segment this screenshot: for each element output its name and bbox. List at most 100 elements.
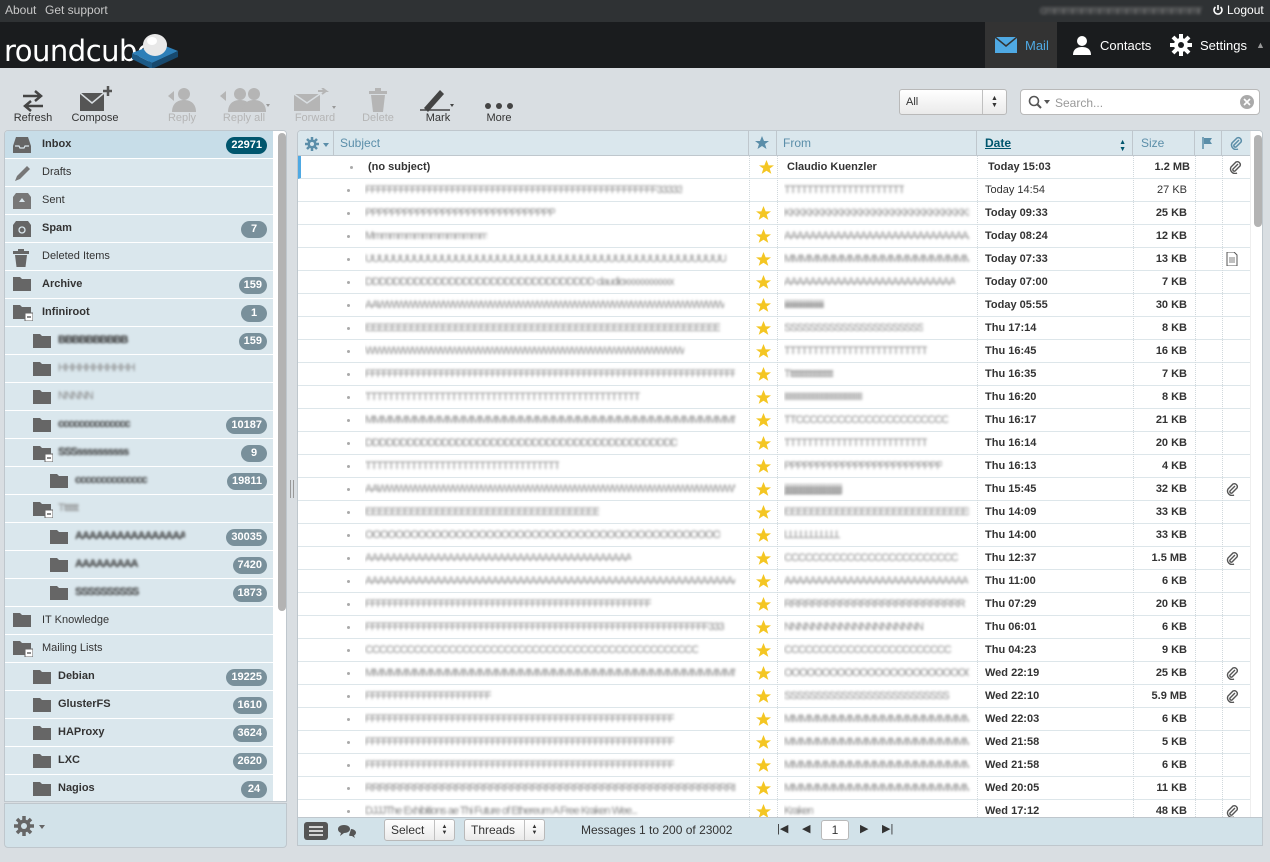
- message-scrollbar-thumb[interactable]: [1254, 135, 1262, 227]
- message-row[interactable]: FFFFFFFFFFFFFFFFFFFFFFFFFFFFFFFFFFFFFFFF…: [298, 593, 1250, 616]
- status-dot-icon[interactable]: [347, 281, 350, 284]
- message-list-scrollbar[interactable]: [1250, 131, 1262, 817]
- star-icon[interactable]: [753, 225, 773, 248]
- folder-item[interactable]: HAProxy 3624: [5, 719, 273, 747]
- status-dot-icon[interactable]: [347, 327, 350, 330]
- column-flag-star[interactable]: [749, 131, 777, 156]
- message-row[interactable]: AAWWWWWWWWWWWWWWWWWWWWWWWWWWWWWWWWWWWWWW…: [298, 478, 1250, 501]
- column-attachment[interactable]: [1222, 131, 1250, 156]
- filter-select[interactable]: All ▲ ▼: [899, 89, 1007, 115]
- mark-button[interactable]: Mark: [418, 82, 458, 124]
- message-row[interactable]: CCCCCCCCCCCCCCCCCCCCCCCCCCCCCCCCCCCCCCCC…: [298, 639, 1250, 662]
- star-icon[interactable]: [753, 363, 773, 386]
- list-view-icon[interactable]: [304, 822, 328, 840]
- folder-item[interactable]: cccccccccccccc 19811: [5, 467, 273, 495]
- message-row[interactable]: WWWWWWWWWWWWWWWWWWWWWWWWWWWWWWWWWW TTTTTT…: [298, 340, 1250, 363]
- message-row[interactable]: FFFFFFFFFFFFFFFFFFFFFFFFFFFFFFFFFFFFFFFF…: [298, 754, 1250, 777]
- tab-contacts[interactable]: Contacts: [1068, 22, 1151, 68]
- folder-item[interactable]: Sent: [5, 187, 273, 215]
- star-icon[interactable]: [753, 685, 773, 708]
- folder-item[interactable]: Nagios 24: [5, 775, 273, 801]
- refresh-button[interactable]: Refresh: [12, 82, 54, 124]
- status-dot-icon[interactable]: [347, 465, 350, 468]
- message-row[interactable]: DDDDDDDDDDDDDDDDDDDDDDDDDDDDDDDDD claudi…: [298, 271, 1250, 294]
- message-row[interactable]: AAAAAAAAAAAAAAAAAAAAAAAAAAAAAAAAAAAAAAAA…: [298, 547, 1250, 570]
- star-icon[interactable]: [753, 455, 773, 478]
- folder-item[interactable]: Mailing Lists: [5, 635, 273, 663]
- logout-button[interactable]: Logout: [1212, 3, 1264, 17]
- star-icon[interactable]: [753, 662, 773, 685]
- threads-view-icon[interactable]: [338, 824, 356, 838]
- more-button[interactable]: More: [480, 82, 518, 124]
- status-dot-icon[interactable]: [347, 718, 350, 721]
- star-icon[interactable]: [753, 593, 773, 616]
- support-link[interactable]: Get support: [45, 3, 108, 17]
- folder-item[interactable]: Drafts: [5, 159, 273, 187]
- message-row[interactable]: FFFFFFFFFFFFFFFFFFFFFFFFFFFFFFFFFFFFFFFF…: [298, 731, 1250, 754]
- last-page-icon[interactable]: ▶|: [882, 822, 893, 835]
- status-dot-icon[interactable]: [347, 580, 350, 583]
- message-row[interactable]: MMMMMMMMMMMMMMMMMMMMMMMMMMMMMMMMMMMMMMMM…: [298, 662, 1250, 685]
- star-icon[interactable]: [753, 639, 773, 662]
- tab-settings[interactable]: Settings: [1170, 22, 1247, 68]
- star-icon[interactable]: [753, 179, 773, 202]
- message-row[interactable]: Mmmmmmmmmmmmmmm AAAAAAAAAAAAAAAAAAAAAAAAA…: [298, 225, 1250, 248]
- status-dot-icon[interactable]: [347, 258, 350, 261]
- folder-item[interactable]: HHHHHHHHHHH: [5, 355, 273, 383]
- threads-dropdown[interactable]: Threads ▲ ▼: [464, 819, 545, 841]
- status-dot-icon[interactable]: [347, 557, 350, 560]
- folder-item[interactable]: BBBBBBBBBB 159: [5, 327, 273, 355]
- forward-button[interactable]: Forward: [292, 82, 338, 124]
- message-row[interactable]: EEEEEEEEEEEEEEEEEEEEEEEEEEEEEEEEEEEEE EEE…: [298, 501, 1250, 524]
- status-dot-icon[interactable]: [347, 764, 350, 767]
- message-row[interactable]: FFFFFFFFFFFFFFFFFFFFFF SSSSSSSSSSSSSSSSSS…: [298, 685, 1250, 708]
- status-dot-icon[interactable]: [347, 396, 350, 399]
- folder-item[interactable]: Deleted Items: [5, 243, 273, 271]
- status-dot-icon[interactable]: [347, 603, 350, 606]
- status-dot-icon[interactable]: [347, 304, 350, 307]
- select-dropdown[interactable]: Select ▲ ▼: [384, 819, 455, 841]
- column-date[interactable]: Date ▲ ▼: [977, 131, 1133, 156]
- column-size[interactable]: Size: [1133, 131, 1195, 156]
- folder-item[interactable]: AAAAAAAAA 7420: [5, 551, 273, 579]
- reply-all-button[interactable]: Reply all: [213, 82, 275, 124]
- folder-item[interactable]: LXC 2620: [5, 747, 273, 775]
- folder-settings-gear-icon[interactable]: [13, 815, 45, 837]
- message-row[interactable]: DDDDDDDDDDDDDDDDDDDDDDDDDDDDDDDDDDDDDDDD…: [298, 432, 1250, 455]
- star-icon[interactable]: [753, 501, 773, 524]
- about-link[interactable]: About: [5, 3, 36, 17]
- star-icon[interactable]: [753, 547, 773, 570]
- status-dot-icon[interactable]: [347, 419, 350, 422]
- status-dot-icon[interactable]: [347, 787, 350, 790]
- status-dot-icon[interactable]: [347, 672, 350, 675]
- status-dot-icon[interactable]: [347, 695, 350, 698]
- status-dot-icon[interactable]: [347, 212, 350, 215]
- folder-item[interactable]: SSSSSSSSSS 1873: [5, 579, 273, 607]
- header-scroll-up-icon[interactable]: ▲: [1256, 40, 1265, 50]
- prev-page-icon[interactable]: ◀: [802, 822, 810, 835]
- star-icon[interactable]: [753, 248, 773, 271]
- message-row[interactable]: TTTTTTTTTTTTTTTTTTTTTTTTTTTTTTTTTT PPPPPP…: [298, 455, 1250, 478]
- status-dot-icon[interactable]: [347, 741, 350, 744]
- message-row[interactable]: PPPPPPPPPPPPPPPPPPPPPPPPPPPPPP KKKKKKKKKK…: [298, 202, 1250, 225]
- folder-item[interactable]: SSSssssssssss 9: [5, 439, 273, 467]
- status-dot-icon[interactable]: [347, 511, 350, 514]
- star-icon[interactable]: [753, 478, 773, 501]
- column-flag[interactable]: [1195, 131, 1222, 156]
- next-page-icon[interactable]: ▶: [860, 822, 868, 835]
- message-row[interactable]: AAWWWWWWWWWWWWWWWWWWWWWWWWWWWWWWWWWWWWW i…: [298, 294, 1250, 317]
- status-dot-icon[interactable]: [347, 442, 350, 445]
- status-dot-icon[interactable]: [347, 235, 350, 238]
- star-icon[interactable]: [753, 731, 773, 754]
- status-dot-icon[interactable]: [347, 810, 350, 813]
- status-dot-icon[interactable]: [347, 373, 350, 376]
- folder-scrollbar-thumb[interactable]: [278, 133, 286, 611]
- star-icon[interactable]: [753, 777, 773, 800]
- star-icon[interactable]: [753, 386, 773, 409]
- search-input[interactable]: Search...: [1020, 89, 1260, 115]
- status-dot-icon[interactable]: [347, 534, 350, 537]
- message-row[interactable]: OOOOOOOOOOOOOOOOOOOOOOOOOOOOOOOOOOOOOOOO…: [298, 524, 1250, 547]
- column-subject[interactable]: Subject: [334, 131, 749, 156]
- compose-button[interactable]: Compose: [70, 82, 120, 124]
- clear-search-icon[interactable]: [1240, 95, 1254, 109]
